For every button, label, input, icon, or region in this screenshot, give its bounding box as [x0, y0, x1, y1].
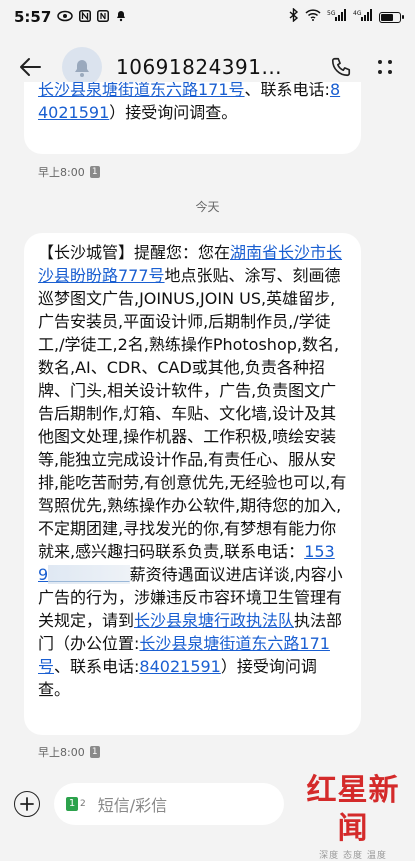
sim-badge: 1 — [89, 166, 100, 178]
watermark-subtitle: 深度 态度 温度 — [319, 851, 387, 861]
signal-5g-icon: 5G — [327, 9, 347, 25]
plus-icon — [20, 797, 34, 811]
phone-icon — [331, 57, 351, 77]
message-text: 【长沙城管】提醒您：您在 — [38, 243, 231, 262]
message-bubble[interactable]: 【长沙城管】提醒您：您在湖南省长沙市长沙县盼盼路777号地点张贴、涂写、刻画德巡… — [24, 233, 361, 735]
bell-icon — [75, 60, 89, 77]
contact-avatar[interactable] — [62, 47, 102, 87]
more-dots-icon — [378, 60, 392, 74]
back-arrow-icon — [20, 58, 41, 76]
status-bar: 5:57 5G 4G — [0, 0, 415, 34]
signal-4g-icon: 4G — [353, 9, 373, 25]
eye-icon — [57, 10, 74, 25]
sender-number: 10691824391... — [116, 55, 283, 79]
sim-selector[interactable]: 1 2 — [66, 797, 86, 811]
status-time: 5:57 — [14, 8, 52, 26]
timestamp-text: 早上8:00 — [38, 166, 85, 179]
blurred-phone-digits — [48, 565, 130, 584]
more-options-button[interactable] — [363, 45, 407, 89]
mute-icon — [115, 9, 127, 25]
address-link[interactable]: 长沙县泉塘街道东六路171号 — [38, 82, 245, 99]
day-divider: 今天 — [195, 200, 220, 214]
wifi-icon — [305, 9, 321, 25]
message-text: 地点张贴、涂写、刻画德巡梦图文广告,JOINUS,JOIN US,英雄留步,广告… — [38, 266, 347, 561]
input-placeholder: 短信/彩信 — [97, 796, 168, 815]
message-text: 、联系电话: — [244, 82, 330, 99]
message-timestamp: 早上8:00 1 — [38, 744, 100, 760]
sim-number: 1 — [66, 797, 78, 811]
office-link[interactable]: 长沙县泉塘行政执法队 — [134, 611, 294, 630]
add-attachment-button[interactable] — [14, 791, 40, 817]
message-text: 、联系电话: — [54, 657, 140, 676]
news-watermark: 红星新闻 深度 态度 温度 — [299, 772, 407, 861]
message-input[interactable]: 1 2 短信/彩信 — [54, 783, 284, 825]
svg-text:4G: 4G — [353, 10, 362, 17]
timestamp-text: 早上8:00 — [38, 746, 85, 759]
phone-link[interactable]: 84021591 — [139, 657, 220, 676]
message-timestamp: 早上8:00 1 — [38, 164, 100, 180]
nfc-icon — [97, 9, 110, 25]
svg-text:5G: 5G — [327, 10, 336, 17]
battery-icon — [379, 11, 404, 23]
sim-badge: 1 — [89, 746, 100, 758]
message-body: 长沙县泉塘街道东六路171号、联系电话:84021591）接受询问调查。 — [38, 82, 347, 124]
bluetooth-icon — [289, 7, 299, 26]
message-bubble[interactable]: 长沙县泉塘街道东六路171号、联系电话:84021591）接受询问调查。 — [24, 82, 361, 154]
sim-sub: 2 — [80, 799, 86, 809]
message-text: ）接受询问调查。 — [109, 103, 238, 122]
n-icon — [79, 9, 92, 25]
